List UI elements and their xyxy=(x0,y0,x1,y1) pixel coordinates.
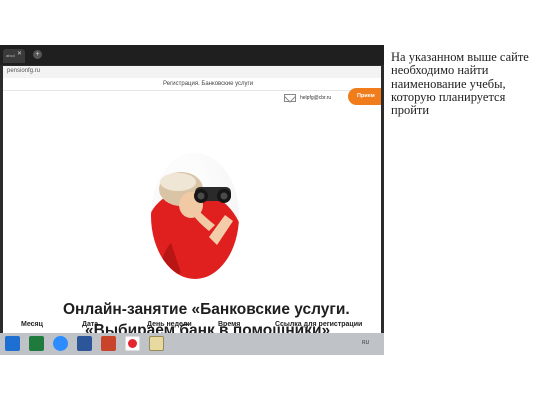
windows-start-icon[interactable] xyxy=(5,336,20,351)
header-divider xyxy=(3,90,381,91)
registration-button[interactable]: Прием xyxy=(348,88,381,105)
tab-label: abcd xyxy=(6,53,15,58)
yandex-logo-icon xyxy=(128,339,137,348)
column-month: Месяц xyxy=(21,321,43,328)
course-title-line1: Онлайн-занятие «Банковские услуги. xyxy=(63,301,350,318)
zoom-icon[interactable] xyxy=(53,336,68,351)
files-icon[interactable] xyxy=(149,336,164,351)
taskbar: RU xyxy=(0,333,384,355)
word-icon[interactable] xyxy=(77,336,92,351)
browser-tab-bar: abcd ✕ + xyxy=(0,45,384,65)
close-icon[interactable]: ✕ xyxy=(17,50,22,57)
excel-icon[interactable] xyxy=(29,336,44,351)
column-time: Время xyxy=(218,321,241,328)
mail-icon xyxy=(284,94,296,102)
hero-photo xyxy=(151,153,239,279)
column-date: Дата xyxy=(82,321,99,328)
powerpoint-icon[interactable] xyxy=(101,336,116,351)
page-title: Регистрация. Банковские услуги xyxy=(163,81,254,87)
language-indicator[interactable]: RU xyxy=(362,340,369,346)
address-bar[interactable]: pensionfg.ru xyxy=(3,66,381,78)
web-page: Регистрация. Банковские услуги helpfg@cb… xyxy=(3,78,381,333)
url-text: pensionfg.ru xyxy=(7,68,41,74)
schedule-table-header: Месяц Дата День недели Время Ссылка для … xyxy=(0,321,378,335)
column-registration-link: Ссылка для регистрации xyxy=(275,321,363,328)
column-weekday: День недели xyxy=(147,321,192,328)
screenshot-frame: abcd ✕ + pensionfg.ru Регистрация. Банко… xyxy=(0,45,384,355)
new-tab-button[interactable]: + xyxy=(33,50,42,59)
email-link[interactable]: helpfg@cbr.ru xyxy=(300,95,331,101)
instruction-note: На указанном выше сайте необходимо найти… xyxy=(391,50,529,118)
